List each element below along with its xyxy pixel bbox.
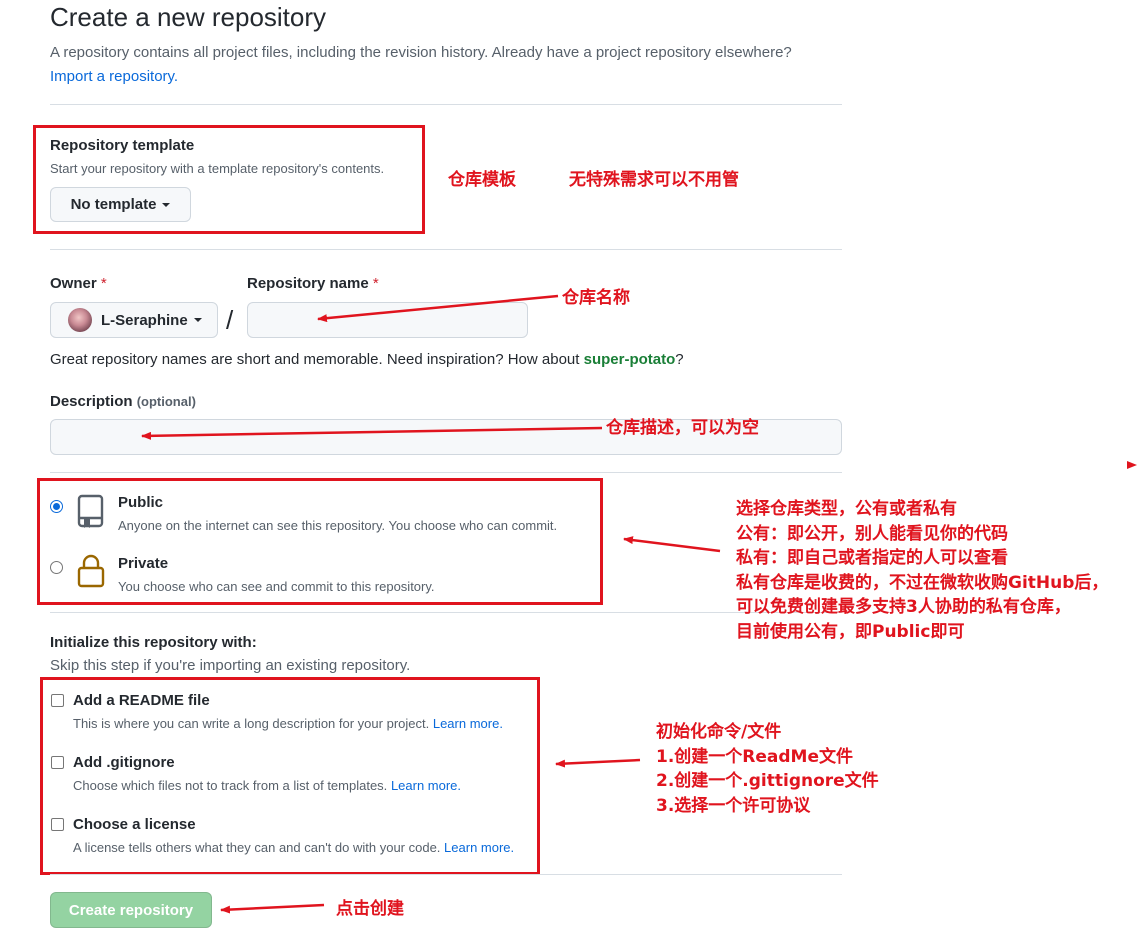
divider — [50, 249, 842, 250]
annotation-box-template — [33, 125, 425, 234]
divider — [50, 612, 842, 613]
owner-name: L-Seraphine — [101, 311, 188, 329]
import-repository-link[interactable]: Import a repository. — [50, 68, 178, 85]
annotation-line: 选择仓库类型，公有或者私有 — [736, 499, 957, 519]
divider — [50, 874, 842, 875]
arrow-init — [555, 758, 641, 768]
arrow-create — [220, 903, 325, 914]
avatar — [68, 308, 92, 332]
init-hint: Skip this step if you're importing an ex… — [50, 657, 411, 674]
annotation-init: 初始化命令/文件 1.创建一个ReadMe文件 2.创建一个.gittignor… — [656, 720, 879, 818]
description-label: Description (optional) — [50, 393, 196, 410]
page-subtitle: A repository contains all project files,… — [50, 41, 850, 89]
annotation-line: 目前使用公有，即Public即可 — [736, 621, 965, 642]
required-mark: * — [100, 275, 107, 292]
owner-label-text: Owner — [50, 275, 97, 292]
subtitle-text: A repository contains all project files,… — [50, 44, 792, 61]
name-suggestion: Great repository names are short and mem… — [50, 351, 684, 368]
description-label-text: Description — [50, 393, 133, 410]
repo-name-label: Repository name * — [247, 275, 379, 292]
page-title: Create a new repository — [50, 2, 327, 32]
annotation-line: 初始化命令/文件 — [656, 722, 782, 742]
annotation-visibility: 选择仓库类型，公有或者私有 公有：即公开，别人能看见你的代码 私有：即自己或者指… — [736, 497, 1108, 644]
annotation-line: 私有仓库是收费的，不过在微软收购GitHub后， — [736, 572, 1109, 593]
annotation-name: 仓库名称 — [562, 288, 630, 308]
divider — [50, 472, 842, 473]
owner-dropdown-button[interactable]: L-Seraphine — [50, 302, 218, 338]
annotation-line: 1.创建一个ReadMe文件 — [656, 746, 853, 767]
annotation-description: 仓库描述，可以为空 — [606, 418, 759, 438]
owner-label: Owner * — [50, 275, 107, 292]
repo-name-input[interactable] — [247, 302, 528, 338]
annotation-template-a: 仓库模板 — [448, 170, 516, 190]
arrow-stray — [1127, 461, 1137, 469]
divider — [50, 104, 842, 105]
annotation-create: 点击创建 — [336, 899, 404, 919]
suggestion-text: Great repository names are short and mem… — [50, 351, 584, 368]
repo-name-label-text: Repository name — [247, 275, 369, 292]
suggestion-end: ? — [675, 351, 684, 368]
chevron-down-icon — [193, 318, 202, 322]
optional-tag: (optional) — [136, 394, 196, 409]
slash-separator: / — [226, 305, 234, 335]
annotation-line: 3.选择一个许可协议 — [656, 795, 811, 816]
arrow-visibility — [623, 536, 721, 553]
init-title: Initialize this repository with: — [50, 634, 257, 651]
create-repository-button[interactable]: Create repository — [50, 892, 212, 928]
annotation-line: 可以免费创建最多支持3人协助的私有仓库， — [736, 597, 1071, 617]
required-mark: * — [372, 275, 379, 292]
suggested-name-link[interactable]: super-potato — [584, 351, 676, 368]
annotation-box-init — [40, 677, 540, 875]
annotation-box-visibility — [37, 478, 603, 605]
annotation-template-b: 无特殊需求可以不用管 — [569, 170, 739, 190]
annotation-line: 公有：即公开，别人能看见你的代码 — [736, 523, 1008, 544]
annotation-line: 2.创建一个.gittignore文件 — [656, 771, 879, 791]
annotation-line: 私有：即自己或者指定的人可以查看 — [736, 548, 1008, 568]
